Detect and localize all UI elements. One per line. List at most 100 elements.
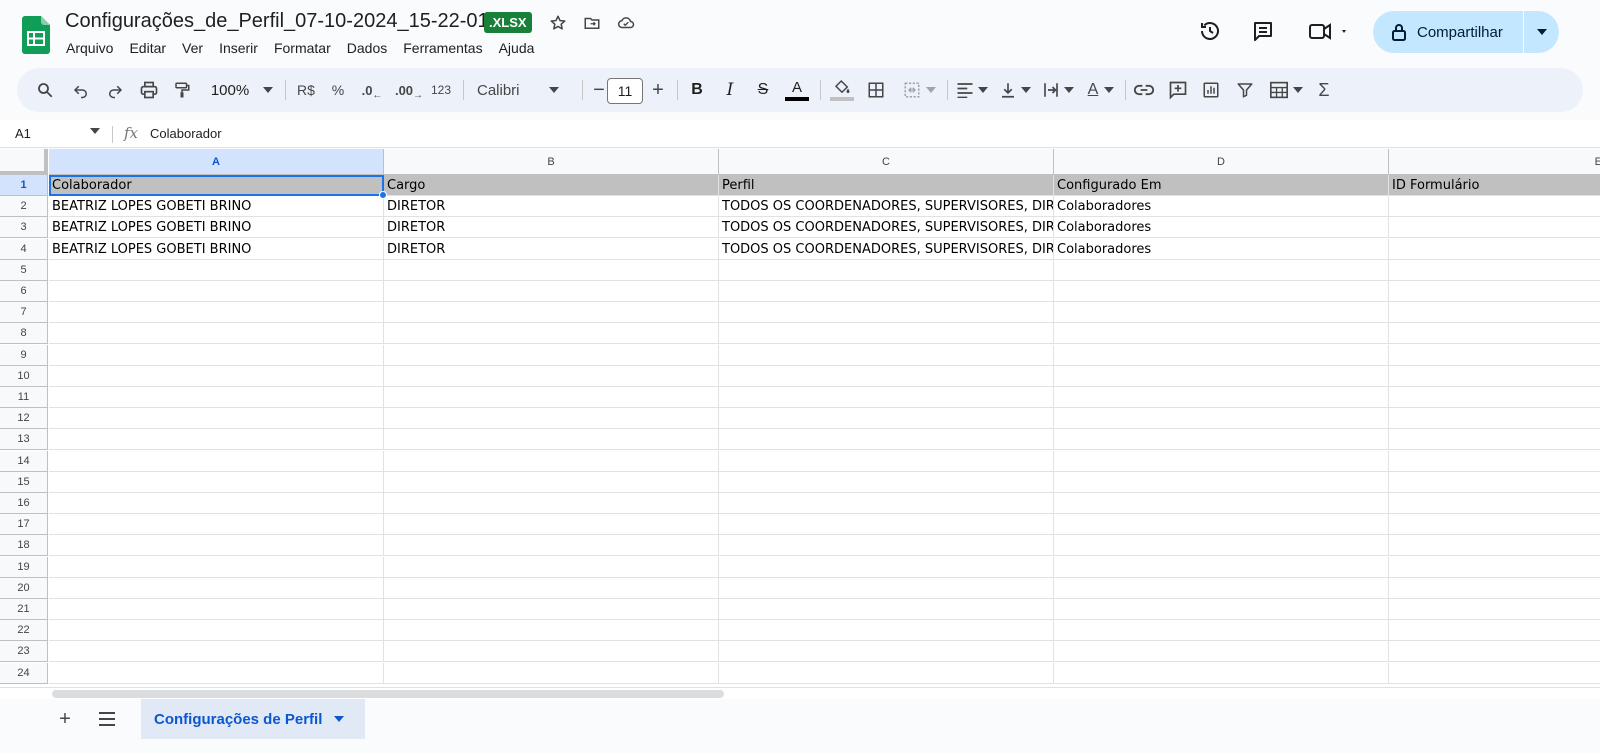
empty-cell[interactable] (49, 535, 384, 557)
menu-ferramentas[interactable]: Ferramentas (395, 38, 490, 58)
empty-cell[interactable] (1389, 323, 1600, 345)
paint-format-icon[interactable] (170, 68, 194, 112)
table-cell[interactable] (1389, 217, 1600, 239)
percent-format-button[interactable]: % (327, 68, 349, 112)
empty-cell[interactable] (49, 408, 384, 430)
empty-cell[interactable] (1054, 259, 1389, 281)
empty-cell[interactable] (1054, 662, 1389, 684)
font-select[interactable]: Calibri (473, 68, 573, 112)
empty-cell[interactable] (384, 599, 719, 620)
empty-cell[interactable] (384, 323, 719, 345)
sheets-logo-icon[interactable] (22, 16, 50, 54)
empty-cell[interactable] (1054, 620, 1389, 642)
table-cell[interactable]: BEATRIZ LOPES GOBETI BRINO (49, 238, 384, 260)
menu-editar[interactable]: Editar (121, 38, 174, 58)
empty-cell[interactable] (719, 365, 1054, 387)
row-header[interactable]: 17 (0, 514, 48, 536)
name-box[interactable]: A1 (15, 126, 31, 141)
add-sheet-icon[interactable]: + (53, 707, 77, 731)
increase-font-size-button[interactable]: + (648, 68, 668, 112)
cloud-saved-icon[interactable] (615, 12, 637, 34)
horizontal-align-icon[interactable] (952, 68, 992, 112)
empty-cell[interactable] (49, 259, 384, 281)
menu-ajuda[interactable]: Ajuda (491, 38, 543, 58)
empty-cell[interactable] (1389, 641, 1600, 663)
row-header[interactable]: 21 (0, 599, 48, 620)
empty-cell[interactable] (719, 620, 1054, 642)
row-header[interactable]: 5 (0, 259, 48, 281)
spreadsheet-grid[interactable]: A B C D E 1 Colaborador Cargo Perfil Configurado … (0, 149, 1600, 687)
empty-cell[interactable] (49, 641, 384, 663)
table-cell[interactable]: Colaboradores (1054, 196, 1389, 218)
empty-cell[interactable] (49, 387, 384, 408)
table-cell[interactable]: DIRETOR (384, 238, 719, 260)
insert-comment-icon[interactable] (1165, 68, 1191, 112)
empty-cell[interactable] (49, 599, 384, 620)
empty-cell[interactable] (719, 408, 1054, 430)
table-cell[interactable]: BEATRIZ LOPES GOBETI BRINO (49, 217, 384, 239)
star-icon[interactable] (547, 12, 569, 34)
row-header[interactable]: 1 (0, 175, 48, 196)
chevron-down-icon[interactable] (334, 716, 345, 722)
row-header[interactable]: 23 (0, 641, 48, 663)
text-rotation-icon[interactable]: A (1081, 68, 1121, 112)
row-header[interactable]: 20 (0, 577, 48, 599)
filter-views-icon[interactable] (1265, 68, 1307, 112)
empty-cell[interactable] (1389, 514, 1600, 536)
empty-cell[interactable] (384, 450, 719, 472)
empty-cell[interactable] (49, 493, 384, 514)
strikethrough-icon[interactable]: S (751, 68, 775, 112)
empty-cell[interactable] (384, 302, 719, 324)
vertical-align-icon[interactable] (995, 68, 1035, 112)
empty-cell[interactable] (49, 662, 384, 684)
zoom-select[interactable]: 100% (203, 68, 281, 112)
row-header[interactable]: 2 (0, 196, 48, 218)
empty-cell[interactable] (1389, 557, 1600, 578)
empty-cell[interactable] (719, 556, 1054, 578)
empty-cell[interactable] (1054, 577, 1389, 599)
search-menus-icon[interactable] (33, 68, 57, 112)
empty-cell[interactable] (719, 344, 1054, 366)
empty-cell[interactable] (1389, 535, 1600, 557)
merge-cells-icon[interactable] (897, 68, 941, 112)
column-header-a[interactable]: A (49, 149, 384, 175)
row-header[interactable]: 7 (0, 302, 48, 324)
empty-cell[interactable] (49, 450, 384, 472)
table-cell[interactable]: TODOS OS COORDENADORES, SUPERVISORES, DI… (719, 196, 1054, 218)
empty-cell[interactable] (384, 281, 719, 302)
empty-cell[interactable] (719, 599, 1054, 620)
empty-cell[interactable] (1389, 663, 1600, 684)
row-header[interactable]: 6 (0, 281, 48, 302)
empty-cell[interactable] (384, 662, 719, 684)
empty-cell[interactable] (384, 387, 719, 408)
row-header[interactable]: 14 (0, 450, 48, 472)
menu-formatar[interactable]: Formatar (266, 38, 339, 58)
comments-icon[interactable] (1248, 16, 1278, 46)
table-cell[interactable] (1389, 196, 1600, 218)
empty-cell[interactable] (49, 620, 384, 642)
table-cell[interactable] (1389, 239, 1600, 260)
version-history-icon[interactable] (1195, 16, 1225, 46)
empty-cell[interactable] (384, 641, 719, 663)
empty-cell[interactable] (384, 365, 719, 387)
share-options-button[interactable] (1524, 11, 1559, 53)
row-header[interactable]: 10 (0, 365, 48, 387)
empty-cell[interactable] (719, 471, 1054, 493)
empty-cell[interactable] (384, 408, 719, 430)
empty-cell[interactable] (1389, 366, 1600, 387)
insert-chart-icon[interactable] (1198, 68, 1224, 112)
table-header-cell[interactable]: Colaborador (49, 175, 384, 196)
empty-cell[interactable] (384, 556, 719, 578)
empty-cell[interactable] (1054, 641, 1389, 663)
formula-input[interactable]: Colaborador (150, 126, 222, 141)
column-header-c[interactable]: C (719, 149, 1054, 175)
decrease-decimal-button[interactable]: .0 ← (357, 68, 387, 112)
table-cell[interactable]: Colaboradores (1054, 217, 1389, 239)
column-header-e[interactable]: E (1389, 149, 1600, 175)
empty-cell[interactable] (1389, 345, 1600, 366)
empty-cell[interactable] (49, 577, 384, 599)
currency-format-button[interactable]: R$ (291, 68, 321, 112)
move-folder-icon[interactable] (581, 12, 603, 34)
empty-cell[interactable] (384, 535, 719, 557)
table-cell[interactable]: TODOS OS COORDENADORES, SUPERVISORES, DI… (719, 217, 1054, 239)
